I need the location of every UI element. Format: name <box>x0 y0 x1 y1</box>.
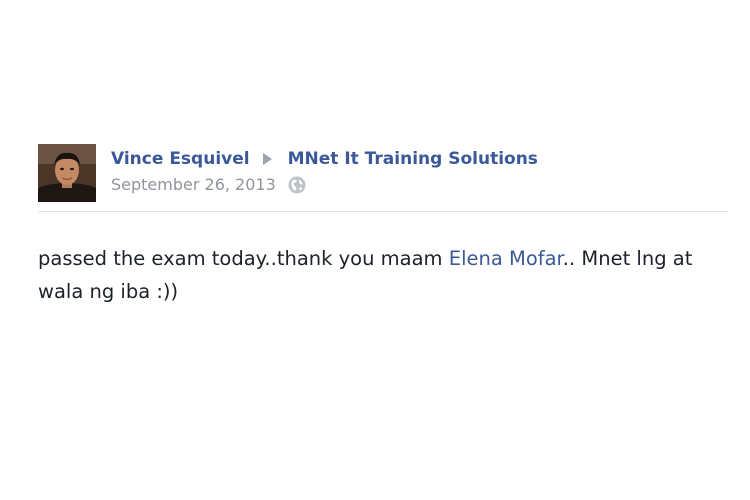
post-header-text: Vince Esquivel MNet It Training Solution… <box>111 148 538 196</box>
post-header: Vince Esquivel MNet It Training Solution… <box>38 144 728 212</box>
mention-link[interactable]: Elena Mofar <box>449 247 563 270</box>
author-line: Vince Esquivel MNet It Training Solution… <box>111 148 538 170</box>
target-page-link[interactable]: MNet It Training Solutions <box>288 148 538 170</box>
post-body: passed the exam today..thank you maam El… <box>38 242 728 308</box>
avatar-photo <box>38 144 96 202</box>
post-text-part: passed the exam today..thank you maam <box>38 247 449 270</box>
author-link[interactable]: Vince Esquivel <box>111 148 250 170</box>
post-meta: September 26, 2013 <box>111 174 538 196</box>
post-timestamp[interactable]: September 26, 2013 <box>111 174 276 196</box>
right-triangle-icon <box>262 153 272 165</box>
globe-icon[interactable] <box>288 176 306 194</box>
post-card: Vince Esquivel MNet It Training Solution… <box>38 144 728 308</box>
avatar[interactable] <box>38 144 96 202</box>
